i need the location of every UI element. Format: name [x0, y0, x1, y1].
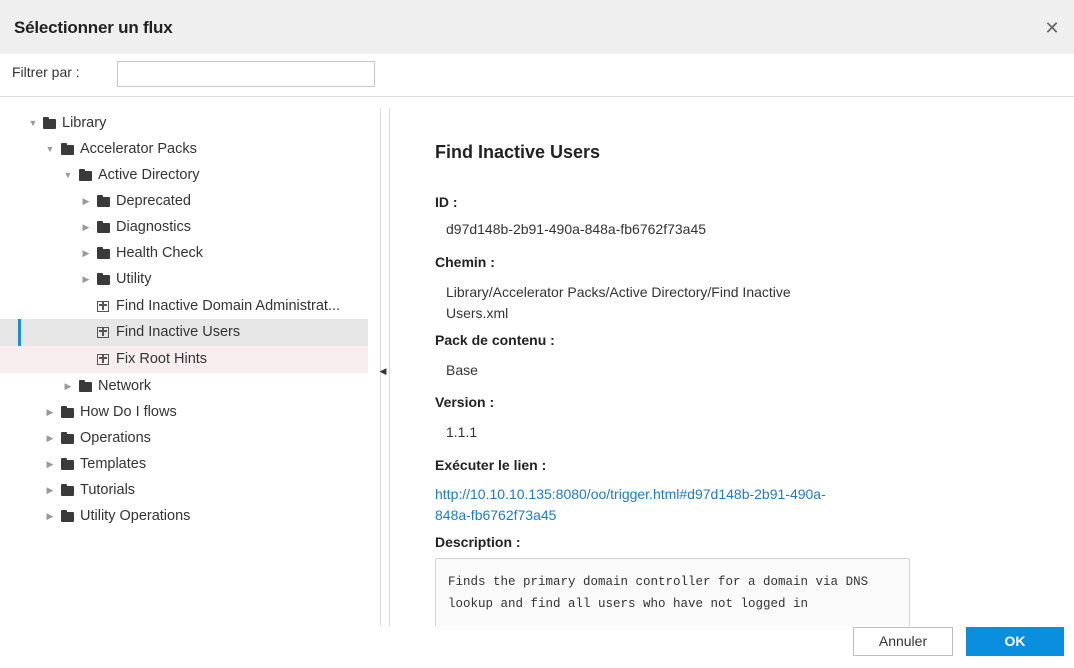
- folder-icon: [97, 247, 110, 259]
- tree-node-label: Fix Root Hints: [116, 351, 208, 367]
- folder-icon: [43, 117, 56, 129]
- tree-node-label: Accelerator Packs: [80, 141, 197, 157]
- expand-down-icon[interactable]: ▼: [28, 110, 38, 137]
- flow-tree: ▼ Library ▼ Accelerator Packs ▼ Active D…: [0, 97, 372, 627]
- id-label: ID :: [435, 194, 458, 210]
- expand-right-icon[interactable]: ▶: [45, 451, 55, 478]
- folder-icon: [61, 432, 74, 444]
- version-value: 1.1.1: [446, 424, 478, 440]
- folder-icon: [61, 143, 74, 155]
- tree-node-label: Operations: [80, 430, 151, 446]
- folder-icon: [61, 458, 74, 470]
- flow-title: Find Inactive Users: [435, 142, 601, 162]
- folder-icon: [79, 169, 92, 181]
- expand-right-icon[interactable]: ▶: [81, 240, 91, 267]
- flow-icon: [97, 301, 109, 312]
- ok-button[interactable]: OK: [966, 627, 1064, 656]
- path-value: Library/Accelerator Packs/Active Directo…: [446, 284, 791, 321]
- tree-node-tutorials[interactable]: ▶ Tutorials: [0, 477, 368, 504]
- tree-node-label: Templates: [80, 456, 147, 472]
- cancel-button[interactable]: Annuler: [853, 627, 953, 656]
- tree-node-how-do-i-flows[interactable]: ▶ How Do I flows: [0, 399, 368, 426]
- content-pack-label: Pack de contenu :: [435, 332, 555, 348]
- tree-node-label: Tutorials: [80, 482, 136, 498]
- tree-node-label: Utility: [116, 271, 152, 287]
- filter-input[interactable]: [117, 61, 375, 87]
- tree-node-label: Find Inactive Users: [116, 324, 241, 340]
- description-box[interactable]: Finds the primary domain controller for …: [435, 558, 910, 626]
- tree-node-label: Health Check: [116, 245, 204, 261]
- flow-icon: [97, 327, 109, 338]
- tree-node-label: Library: [62, 115, 107, 131]
- expand-right-icon[interactable]: ▶: [81, 214, 91, 241]
- run-link[interactable]: http://10.10.10.135:8080/oo/trigger.html…: [435, 484, 855, 526]
- expand-down-icon[interactable]: ▼: [45, 136, 55, 163]
- folder-icon: [79, 380, 92, 392]
- folder-icon: [61, 510, 74, 522]
- tree-node-utility-operations[interactable]: ▶ Utility Operations: [0, 503, 368, 530]
- tree-node-library[interactable]: ▼ Library: [0, 110, 368, 137]
- expand-right-icon[interactable]: ▶: [81, 266, 91, 293]
- tree-node-network[interactable]: ▶ Network: [0, 373, 368, 400]
- tree-node-label: Active Directory: [98, 167, 200, 183]
- expand-right-icon[interactable]: ▶: [45, 477, 55, 504]
- folder-icon: [97, 221, 110, 233]
- tree-node-templates[interactable]: ▶ Templates: [0, 451, 368, 478]
- flow-details: Find Inactive Users ID : d97d148b-2b91-4…: [435, 138, 1025, 626]
- tree-node-accelerator-packs[interactable]: ▼ Accelerator Packs: [0, 136, 368, 163]
- tree-node-operations[interactable]: ▶ Operations: [0, 425, 368, 452]
- filter-bar: Filtrer par :: [0, 54, 1074, 97]
- tree-node-diagnostics[interactable]: ▶ Diagnostics: [0, 214, 368, 241]
- expand-right-icon[interactable]: ▶: [45, 503, 55, 530]
- collapse-panel-icon[interactable]: ◀: [378, 360, 388, 382]
- expand-right-icon[interactable]: ▶: [45, 399, 55, 426]
- tree-node-label: Deprecated: [116, 193, 191, 209]
- tree-node-fix-root-hints[interactable]: Fix Root Hints: [0, 346, 368, 373]
- run-link-label: Exécuter le lien :: [435, 457, 547, 473]
- tree-node-find-inactive-users[interactable]: Find Inactive Users: [0, 319, 368, 346]
- tree-node-active-directory[interactable]: ▼ Active Directory: [0, 162, 368, 189]
- expand-right-icon[interactable]: ▶: [81, 188, 91, 215]
- folder-icon: [61, 484, 74, 496]
- content-pack-value: Base: [446, 362, 478, 378]
- expand-right-icon[interactable]: ▶: [63, 373, 73, 400]
- folder-icon: [97, 273, 110, 285]
- tree-node-label: Utility Operations: [80, 508, 191, 524]
- expand-right-icon[interactable]: ▶: [45, 425, 55, 452]
- tree-node-label: Diagnostics: [116, 219, 191, 235]
- tree-node-find-inactive-domain-admins[interactable]: Find Inactive Domain Administrat...: [0, 293, 368, 320]
- flow-icon: [97, 354, 109, 365]
- filter-label: Filtrer par :: [12, 64, 80, 80]
- tree-node-deprecated[interactable]: ▶ Deprecated: [0, 188, 368, 215]
- close-icon[interactable]: ✕: [1042, 18, 1062, 38]
- path-label: Chemin :: [435, 254, 495, 270]
- dialog-title: Sélectionner un flux: [14, 18, 173, 37]
- tree-node-label: How Do I flows: [80, 404, 177, 420]
- tree-node-label: Find Inactive Domain Administrat...: [116, 298, 341, 314]
- version-label: Version :: [435, 394, 495, 410]
- expand-down-icon[interactable]: ▼: [63, 162, 73, 189]
- folder-icon: [97, 195, 110, 207]
- tree-node-label: Network: [98, 378, 152, 394]
- tree-node-utility[interactable]: ▶ Utility: [0, 266, 368, 293]
- dialog-header: Sélectionner un flux ✕: [0, 0, 1074, 54]
- description-label: Description :: [435, 534, 521, 550]
- folder-icon: [61, 406, 74, 418]
- id-value: d97d148b-2b91-490a-848a-fb6762f73a45: [446, 221, 707, 237]
- tree-node-health-check[interactable]: ▶ Health Check: [0, 240, 368, 267]
